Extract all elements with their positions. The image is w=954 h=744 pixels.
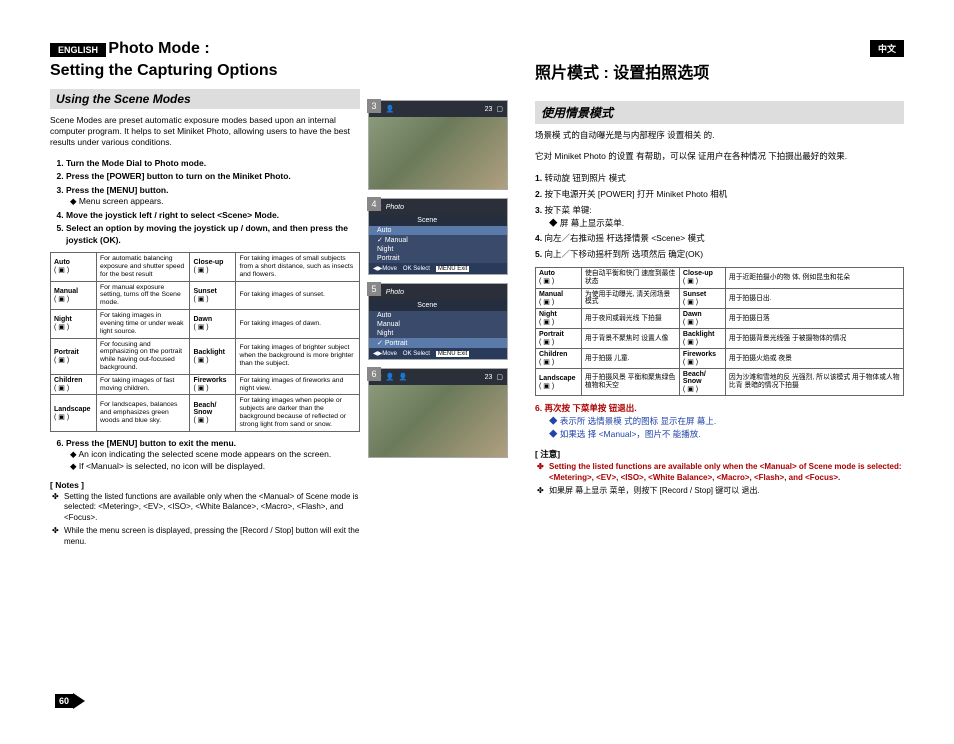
intro-en: Scene Modes are preset automatic exposur… xyxy=(50,115,360,148)
scene-table-cn: Auto( ▣ )使自动平衡和快门 速度到最佳状态Close-up( ▣ )用于… xyxy=(535,267,904,396)
english-badge: ENGLISH xyxy=(50,43,106,57)
table-row: Children( ▣ )For taking images of fast m… xyxy=(51,374,360,395)
table-row: Portrait( ▣ )For focusing and emphasizin… xyxy=(51,338,360,374)
section-en: Using the Scene Modes xyxy=(50,89,360,109)
table-row: Portrait( ▣ )用于背景不聚焦时 设置人像Backlight( ▣ )… xyxy=(536,329,904,349)
table-row: Manual( ▣ )为使用手动曝光, 清关闭场景模式Sunset( ▣ )用于… xyxy=(536,288,904,309)
screenshots-column: 3 📷👤23 ▢ 4 📷 Photo Scene Auto ✓ Manual N… xyxy=(360,40,520,714)
table-row: Children( ▣ )用于拍摄 儿童.Fireworks( ▣ )用于拍摄火… xyxy=(536,349,904,369)
table-row: Landscape( ▣ )用于拍摄风景 平衡和聚焦绿色 植物和天空Beach/… xyxy=(536,369,904,396)
screenshot-3: 3 📷👤23 ▢ xyxy=(368,100,508,190)
notes-en: Setting the listed functions are availab… xyxy=(50,492,360,547)
table-row: Landscape( ▣ )For landscapes, balances a… xyxy=(51,395,360,431)
chinese-badge: 中文 xyxy=(870,40,904,57)
screenshot-6: 6 📷👤👤23 ▢ xyxy=(368,368,508,458)
chinese-column: 中文 照片模式 : 设置拍照选项 使用情景模式 场景模 式的自动曝光是与内部程序… xyxy=(520,40,904,714)
table-row: Auto( ▣ )For automatic balancing exposur… xyxy=(51,253,360,281)
table-row: Night( ▣ )用于夜间或弱光线 下拍摄Dawn( ▣ )用于拍摄日落 xyxy=(536,309,904,329)
scene-table-en: Auto( ▣ )For automatic balancing exposur… xyxy=(50,252,360,431)
section-cn: 使用情景模式 xyxy=(535,101,904,124)
step6-en: Press the [MENU] button to exit the menu… xyxy=(50,438,360,472)
steps-en: Turn the Mode Dial to Photo mode. Press … xyxy=(50,158,360,246)
page-container: ENGLISH Photo Mode : Setting the Capturi… xyxy=(0,0,954,744)
notes-cn: Setting the listed functions are availab… xyxy=(535,462,904,496)
title-en-1: Photo Mode : xyxy=(108,40,209,57)
table-row: Manual( ▣ )For manual exposure setting, … xyxy=(51,281,360,309)
notes-title-cn: [ 注意] xyxy=(535,448,904,460)
intro-cn-2: 它对 Miniket Photo 的设置 有帮助，可以保 证用户在各种情况 下拍… xyxy=(535,151,904,162)
notes-title-en: [ Notes ] xyxy=(50,480,360,490)
table-row: Night( ▣ )For taking images in evening t… xyxy=(51,310,360,338)
page-number: 60 xyxy=(55,693,85,709)
title-cn: 照片模式 : 设置拍照选项 xyxy=(535,65,904,83)
english-column: ENGLISH Photo Mode : Setting the Capturi… xyxy=(50,40,360,714)
step6-cn: 6. 再次按 下菜单按 钮退出. ◆ 表示所 选情景模 式的图标 显示在屏 幕上… xyxy=(535,402,904,440)
title-en-2: Setting the Capturing Options xyxy=(50,62,360,80)
screenshot-4: 4 📷 Photo Scene Auto ✓ Manual Night Port… xyxy=(368,198,508,275)
screenshot-5: 5 📷 Photo Scene Auto Manual Night ✓ Port… xyxy=(368,283,508,360)
table-row: Auto( ▣ )使自动平衡和快门 速度到最佳状态Close-up( ▣ )用于… xyxy=(536,267,904,288)
intro-cn-1: 场景模 式的自动曝光是与内部程序 设置相关 的. xyxy=(535,130,904,141)
steps-cn: 1. 转动旋 钮到照片 模式 2. 按下电源开关 [POWER] 打开 Mini… xyxy=(535,172,904,261)
